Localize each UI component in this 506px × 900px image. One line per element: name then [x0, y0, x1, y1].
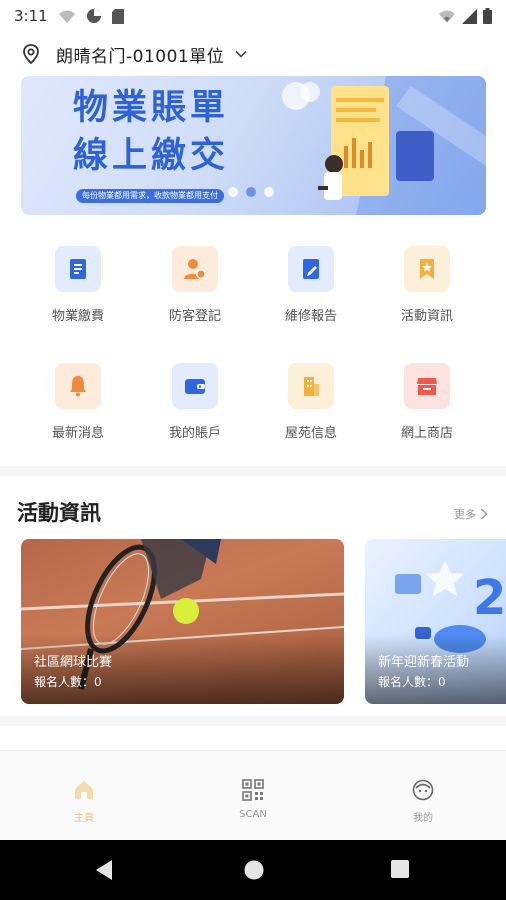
- tab-label: 我的: [413, 813, 433, 824]
- service-label: 活動資訊: [400, 309, 453, 324]
- banner-subtitle: 每份物業都用需求，收款物業都用支付: [76, 189, 224, 203]
- location-pin-icon: [23, 44, 39, 65]
- visitor-icon: [172, 246, 218, 292]
- activity-signup-count: 報名人數：0: [378, 675, 446, 689]
- tab-label: 主頁: [74, 813, 94, 824]
- activity-card[interactable]: 社區網球比賽 報名人數：0: [21, 539, 344, 704]
- banner-pagination: [228, 187, 274, 197]
- section-divider: [0, 716, 506, 726]
- service-item-online-shop[interactable]: 網上商店: [372, 363, 482, 441]
- banner-title: 物業賬單 線上繳交: [73, 84, 229, 180]
- chevron-down-icon: [235, 50, 247, 58]
- home-icon: [75, 781, 93, 799]
- battery-icon: [483, 8, 492, 24]
- banner-dot[interactable]: [228, 187, 238, 197]
- star-bookmark-icon: [404, 246, 450, 292]
- activity-card[interactable]: 2 新年迎新春活動 報名人數：0: [365, 539, 506, 704]
- banner-dot[interactable]: [264, 187, 274, 197]
- home-circle-icon[interactable]: [243, 859, 265, 881]
- bell-icon: [55, 363, 101, 409]
- data-saver-icon: [86, 9, 101, 23]
- activity-signup-count: 報名人數：0: [34, 675, 102, 689]
- section-divider: [0, 466, 506, 476]
- activity-title: 社區網球比賽: [34, 655, 113, 670]
- banner-title-line1: 物業賬單: [73, 88, 230, 128]
- status-bar: 3:11: [0, 0, 506, 32]
- recents-icon[interactable]: [390, 859, 410, 879]
- service-item-activities[interactable]: 活動資訊: [372, 246, 482, 324]
- svg-text:2: 2: [473, 570, 506, 626]
- banner-dot-active[interactable]: [246, 187, 256, 197]
- location-label: 朗晴名门-01001單位: [56, 46, 225, 67]
- service-label: 物業繳費: [51, 309, 104, 324]
- activities-more-link[interactable]: 更多: [454, 506, 488, 522]
- service-item-news[interactable]: 最新消息: [23, 363, 133, 441]
- repair-report-icon: [288, 246, 334, 292]
- building-icon: [288, 363, 334, 409]
- tab-profile[interactable]: 我的: [383, 779, 463, 824]
- service-item-estate-info[interactable]: 屋苑信息: [256, 363, 366, 441]
- service-label: 最新消息: [51, 426, 104, 441]
- location-selector[interactable]: 朗晴名门-01001單位: [0, 34, 506, 74]
- bottom-tab-bar: 主頁 SCAN 我的: [0, 750, 506, 840]
- tab-label: SCAN: [239, 809, 267, 820]
- wifi-off-icon: [58, 10, 75, 23]
- tab-home[interactable]: 主頁: [44, 779, 124, 824]
- document-icon: [55, 246, 101, 292]
- profile-icon: [412, 779, 434, 801]
- service-label: 屋苑信息: [284, 426, 337, 441]
- shop-icon: [404, 363, 450, 409]
- cell-signal-icon: [462, 8, 477, 24]
- status-time: 3:11: [14, 7, 48, 25]
- service-label: 我的賬戶: [168, 426, 221, 441]
- service-label: 維修報告: [284, 309, 337, 324]
- tab-scan[interactable]: SCAN: [213, 779, 293, 820]
- system-navigation-bar: [0, 840, 506, 900]
- service-label: 防客登記: [168, 309, 221, 324]
- qr-code-icon: [242, 779, 264, 801]
- activities-section-title: 活動資訊: [17, 501, 101, 525]
- service-item-property-fee[interactable]: 物業繳費: [23, 246, 133, 324]
- wifi-signal-icon: [439, 10, 455, 23]
- service-label: 網上商店: [400, 426, 453, 441]
- activity-title: 新年迎新春活動: [378, 655, 470, 670]
- sim-card-icon: [111, 8, 124, 24]
- more-label: 更多: [454, 508, 476, 521]
- service-item-visitor[interactable]: 防客登記: [140, 246, 250, 324]
- wallet-icon: [172, 363, 218, 409]
- back-icon[interactable]: [94, 859, 114, 881]
- banner-title-line2: 線上繳交: [73, 136, 230, 176]
- chevron-right-icon: [480, 508, 488, 520]
- service-item-account[interactable]: 我的賬戶: [140, 363, 250, 441]
- service-item-repair[interactable]: 維修報告: [256, 246, 366, 324]
